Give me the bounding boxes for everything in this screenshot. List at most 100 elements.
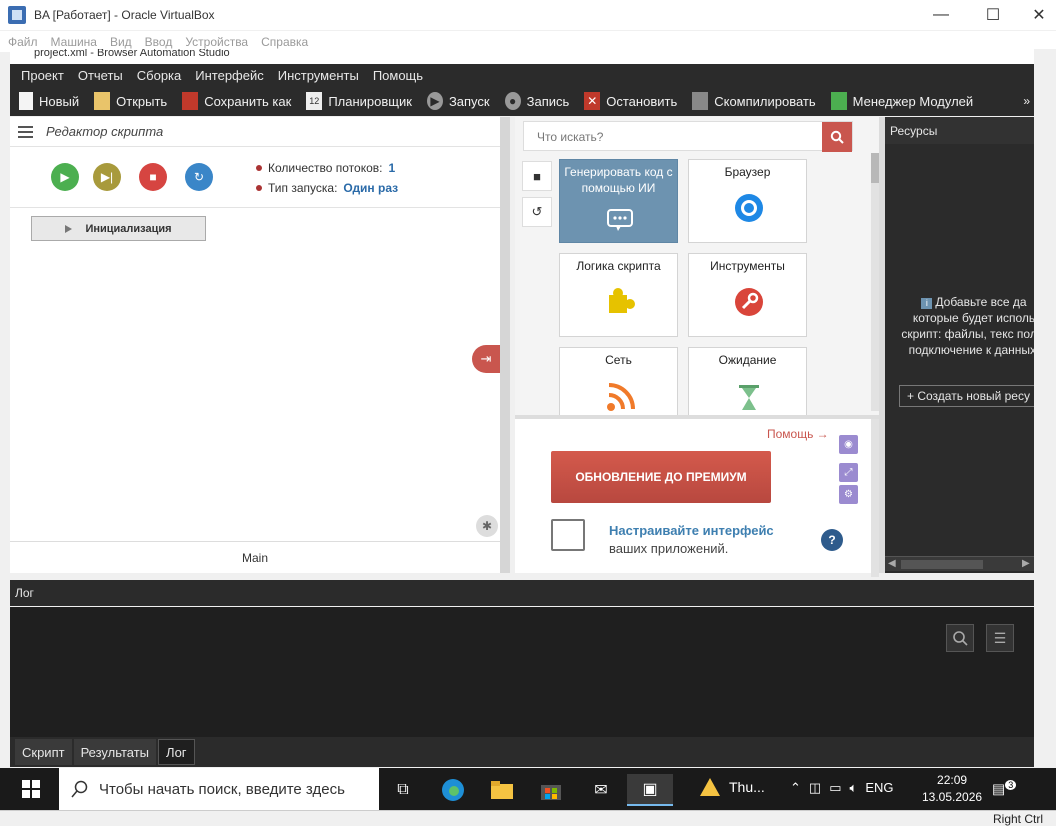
windows-taskbar: Чтобы начать поиск, введите здесь ⧉ ✉ ▣ …: [0, 768, 1056, 810]
resources-hscrollbar[interactable]: ◀ ▶: [885, 556, 1034, 571]
collapse-panel-icon[interactable]: ⇥: [472, 345, 500, 373]
tray-chevron-icon[interactable]: ⌃: [790, 780, 801, 796]
open-button[interactable]: Открыть: [94, 92, 167, 110]
module-manager-button[interactable]: Менеджер Модулей: [830, 92, 973, 110]
threads-value[interactable]: 1: [389, 161, 396, 175]
fullscreen-icon[interactable]: ⤢: [839, 463, 858, 482]
panel-splitter[interactable]: [500, 117, 510, 573]
step-next-button[interactable]: ▶|: [93, 163, 121, 191]
action-search-input[interactable]: Что искать?: [523, 121, 853, 152]
help-link[interactable]: Помощь →: [767, 427, 829, 441]
vbox-menu-help[interactable]: Справка: [261, 35, 308, 49]
tab-main[interactable]: Main: [10, 541, 500, 573]
chat-bubble-icon: [604, 204, 636, 236]
vbox-statusbar: Right Ctrl: [0, 810, 1056, 826]
maximize-button[interactable]: ☐: [970, 0, 1016, 30]
scheduler-button[interactable]: 12 Планировщик: [306, 92, 412, 110]
bas-toolbar: Новый Открыть Сохранить как 12 Планировщи…: [10, 86, 1034, 116]
tab-results[interactable]: Результаты: [73, 739, 157, 765]
close-button[interactable]: ✕: [1016, 0, 1056, 30]
play-script-button[interactable]: ▶: [51, 163, 79, 191]
file-explorer-icon[interactable]: [479, 774, 525, 806]
record-icon: ●: [504, 92, 521, 110]
tab-script[interactable]: Скрипт: [15, 739, 72, 765]
scroll-right-icon[interactable]: ▶: [1022, 558, 1030, 569]
save-as-button[interactable]: Сохранить как: [182, 92, 291, 110]
menu-tools[interactable]: Инструменты: [278, 68, 359, 83]
help-question-button[interactable]: ?: [821, 529, 843, 551]
hourglass-icon: [733, 382, 765, 414]
log-search-button[interactable]: [946, 624, 974, 652]
menu-reports[interactable]: Отчеты: [78, 68, 123, 83]
card-ai-codegen[interactable]: Генерировать код с помощью ИИ: [559, 159, 678, 243]
compile-button[interactable]: Скомпилировать: [692, 92, 816, 110]
bas-app-icon[interactable]: ▣: [627, 774, 673, 806]
settings-gear-icon[interactable]: ⚙: [839, 485, 858, 504]
bookmark-button[interactable]: ■: [522, 161, 552, 191]
vbox-menu-view[interactable]: Вид: [110, 35, 132, 49]
mail-icon[interactable]: ✉: [578, 774, 624, 806]
network-icon[interactable]: ▭: [829, 780, 841, 796]
stop-button[interactable]: ✕ Остановить: [584, 92, 677, 110]
clock[interactable]: 22:09 13.05.2026: [922, 772, 982, 806]
search-placeholder: Что искать?: [537, 130, 604, 144]
notification-count: 3: [1005, 780, 1017, 790]
threads-info: Количество потоков: 1: [256, 161, 395, 175]
history-icon: ↺: [531, 204, 543, 219]
minimize-button[interactable]: —: [918, 0, 964, 30]
menu-project[interactable]: Проект: [21, 68, 64, 83]
language-indicator[interactable]: ENG: [865, 780, 893, 796]
edge-browser-icon[interactable]: [430, 774, 476, 806]
run-type-label: Тип запуска:: [268, 181, 338, 195]
premium-upgrade-button[interactable]: ОБНОВЛЕНИЕ ДО ПРЕМИУМ: [551, 451, 771, 503]
menu-build[interactable]: Сборка: [137, 68, 182, 83]
system-tray: ⌃ ◫ ▭ 🔈︎ ENG: [790, 780, 893, 796]
history-button[interactable]: ↺: [522, 197, 552, 227]
toolbox-panel: Что искать? ■ ↺ Генерировать код с помощ…: [515, 117, 879, 577]
stop-script-button[interactable]: ■: [139, 163, 167, 191]
vbox-titlebar: BA [Работает] - Oracle VirtualBox: [0, 0, 1056, 30]
microsoft-store-icon[interactable]: [528, 774, 574, 806]
card-script-logic[interactable]: Логика скрипта: [559, 253, 678, 337]
vbox-menu-machine[interactable]: Машина: [51, 35, 97, 49]
search-button[interactable]: [822, 122, 852, 152]
hamburger-menu-icon[interactable]: [18, 125, 33, 138]
menu-help[interactable]: Помощь: [373, 68, 423, 83]
new-button[interactable]: Новый: [19, 92, 79, 110]
initialization-block[interactable]: Инициализация: [31, 216, 206, 241]
card-tools[interactable]: Инструменты: [688, 253, 807, 337]
volume-icon[interactable]: 🔈︎: [850, 780, 858, 796]
record-button[interactable]: ● Запись: [504, 92, 569, 110]
log-menu-button[interactable]: ☰: [986, 624, 1014, 652]
toolbox-scroll-thumb[interactable]: [871, 153, 879, 183]
search-icon: [953, 631, 968, 646]
toolbar-overflow-button[interactable]: »: [1023, 94, 1030, 108]
puzzle-piece-icon: [604, 286, 636, 318]
wifi-sensor-icon[interactable]: ◉: [839, 435, 858, 454]
tip-title: Настраивайте интерфейс: [609, 523, 774, 538]
window-title: BA [Работает] - Oracle VirtualBox: [34, 8, 215, 22]
bookmark-icon: ■: [533, 168, 541, 184]
tray-device-icon[interactable]: ◫: [809, 780, 821, 796]
restart-script-button[interactable]: ↻: [185, 163, 213, 191]
taskbar-search-box[interactable]: Чтобы начать поиск, введите здесь: [59, 768, 379, 810]
run-type-value[interactable]: Один раз: [343, 181, 398, 195]
weather-widget[interactable]: Thu...: [700, 778, 765, 796]
debug-bug-icon[interactable]: ✱: [476, 515, 498, 537]
expand-triangle-icon: [65, 224, 73, 233]
vbox-menu-devices[interactable]: Устройства: [185, 35, 248, 49]
scroll-left-icon[interactable]: ◀: [888, 558, 896, 569]
menu-interface[interactable]: Интерфейс: [195, 68, 263, 83]
notification-center-icon[interactable]: ▤ 3: [992, 780, 1017, 798]
create-resource-button[interactable]: + Создать новый ресу: [899, 385, 1034, 407]
vbox-menu-file[interactable]: Файл: [8, 35, 38, 49]
hscroll-thumb[interactable]: [901, 560, 983, 569]
vbox-menu-input[interactable]: Ввод: [145, 35, 173, 49]
run-button[interactable]: ▶ Запуск: [426, 92, 490, 110]
toolbox-scrollbar[interactable]: [871, 153, 879, 411]
card-browser[interactable]: Браузер: [688, 159, 807, 243]
promo-scrollbar[interactable]: [871, 419, 879, 577]
task-view-icon[interactable]: ⧉: [380, 774, 426, 806]
tab-log[interactable]: Лог: [158, 739, 195, 765]
windows-start-icon[interactable]: [22, 780, 40, 798]
